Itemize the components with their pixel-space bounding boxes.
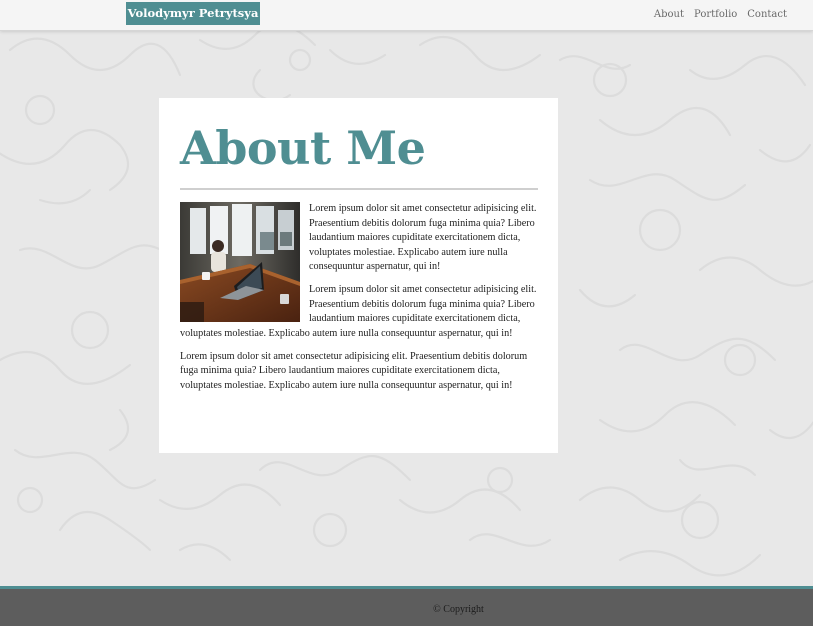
- site-footer: © Copyright: [0, 586, 813, 626]
- nav-link-contact[interactable]: Contact: [747, 9, 787, 20]
- title-divider: [180, 188, 538, 190]
- about-paragraph-3: Lorem ipsum dolor sit amet consectetur a…: [180, 350, 528, 391]
- brand-logo-link[interactable]: Volodymyr Petrytsya: [126, 2, 260, 25]
- page-title: About Me: [180, 121, 426, 175]
- nav-link-portfolio[interactable]: Portfolio: [694, 9, 737, 20]
- site-header: Volodymyr Petrytsya About Portfolio Cont…: [0, 0, 813, 31]
- about-card: About Me Lorem ipsum dolor sit amet cons…: [159, 98, 558, 453]
- profile-photo: [180, 202, 300, 322]
- main-nav: About Portfolio Contact: [654, 0, 787, 28]
- about-content: Lorem ipsum dolor sit amet consectetur a…: [180, 202, 538, 393]
- nav-link-about[interactable]: About: [654, 9, 684, 20]
- copyright-text: © Copyright: [433, 604, 484, 615]
